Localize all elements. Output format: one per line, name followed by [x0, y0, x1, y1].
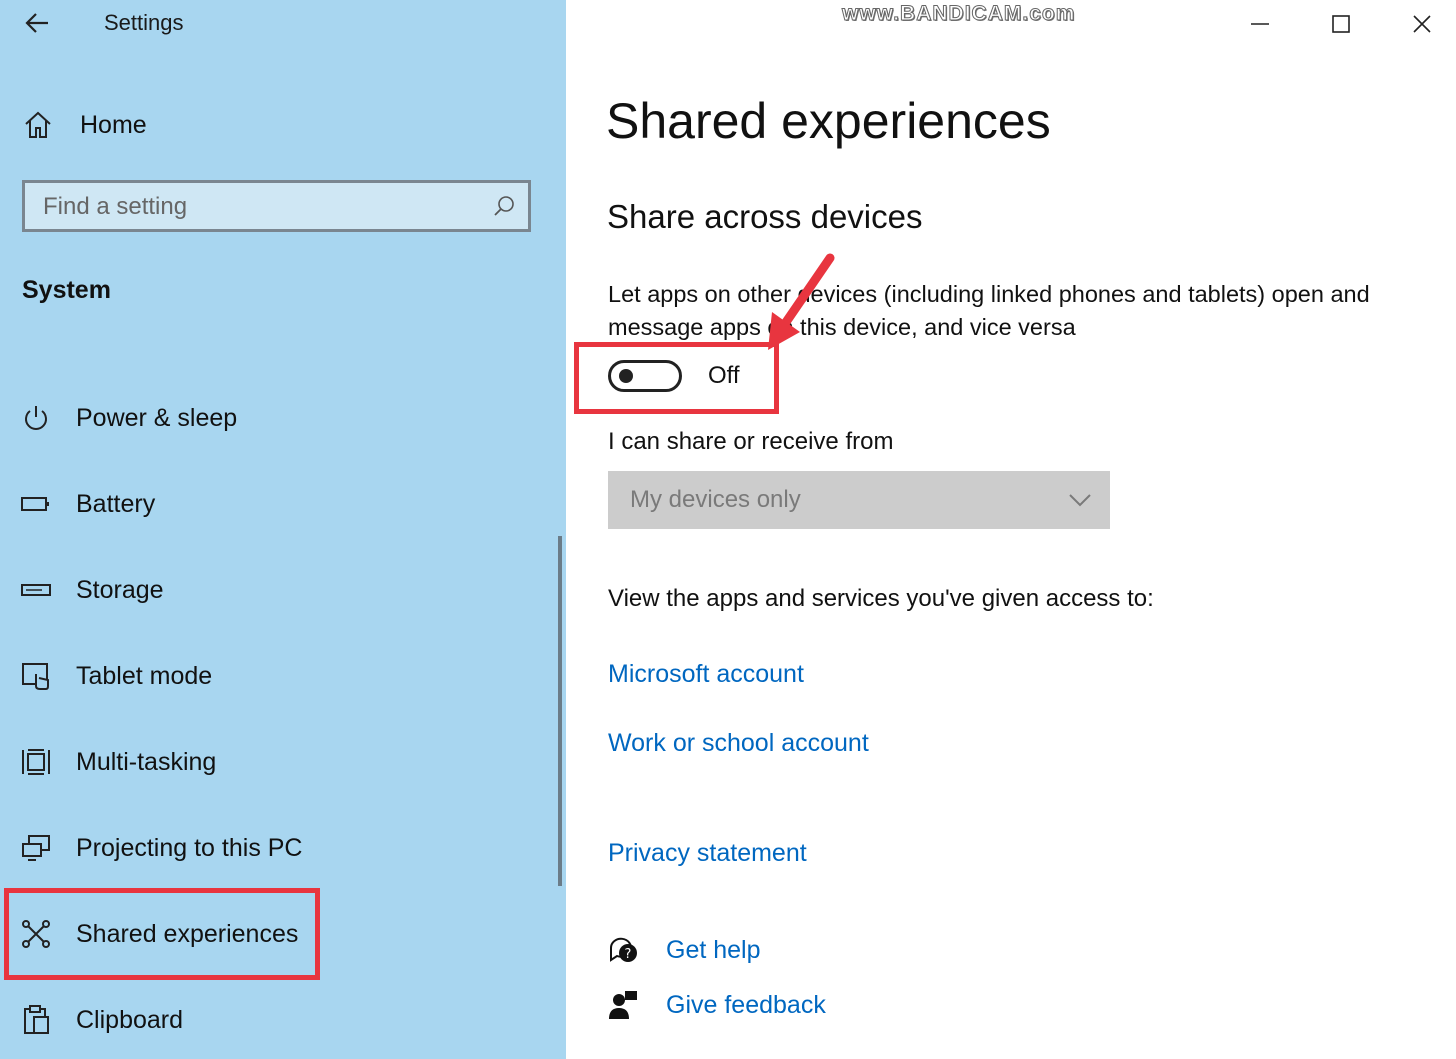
- give-feedback-icon: [606, 988, 640, 1022]
- get-help-link[interactable]: Get help: [666, 936, 761, 965]
- sidebar-item-label: Clipboard: [76, 1005, 184, 1034]
- svg-text:?: ?: [625, 947, 632, 962]
- maximize-icon: [1332, 15, 1350, 33]
- annotation-arrow-icon: [768, 253, 835, 350]
- sidebar-item-battery[interactable]: Battery: [20, 482, 540, 526]
- section-label-system: System: [22, 276, 111, 304]
- dropdown-value: My devices only: [630, 486, 801, 513]
- access-label: View the apps and services you've given …: [608, 585, 1154, 612]
- sidebar-item-label: Storage: [76, 575, 164, 604]
- watermark: www.BANDICAM.com: [841, 2, 1076, 26]
- sidebar-item-projecting[interactable]: Projecting to this PC: [20, 826, 540, 870]
- sidebar: Settings Home System Power & sleep Batte…: [0, 0, 566, 1059]
- sidebar-scrollbar[interactable]: [558, 536, 562, 886]
- give-feedback-link[interactable]: Give feedback: [666, 991, 826, 1020]
- minimize-button[interactable]: [1242, 6, 1278, 42]
- close-icon: [1413, 15, 1431, 33]
- sidebar-item-label: Power & sleep: [76, 403, 238, 432]
- search-box[interactable]: [22, 180, 531, 232]
- multitasking-icon: [20, 746, 52, 778]
- search-input[interactable]: [25, 183, 485, 231]
- battery-icon: [20, 488, 52, 520]
- sidebar-item-label: Projecting to this PC: [76, 833, 303, 862]
- power-icon: [20, 402, 52, 434]
- minimize-icon: [1251, 23, 1269, 25]
- sidebar-item-multitasking[interactable]: Multi-tasking: [20, 740, 540, 784]
- maximize-button[interactable]: [1323, 6, 1359, 42]
- highlight-box-shared-experiences: [4, 888, 320, 980]
- app-title: Settings: [104, 10, 184, 35]
- back-arrow-icon: [25, 13, 48, 33]
- get-help-row[interactable]: ? Get help: [606, 933, 761, 967]
- highlight-box-toggle: [574, 342, 779, 414]
- share-receive-label: I can share or receive from: [608, 428, 894, 455]
- sidebar-item-home[interactable]: Home: [22, 104, 422, 146]
- sidebar-item-power-sleep[interactable]: Power & sleep: [20, 396, 540, 440]
- share-description: Let apps on other devices (including lin…: [608, 281, 1370, 340]
- give-feedback-row[interactable]: Give feedback: [606, 988, 826, 1022]
- tablet-mode-icon: [20, 660, 52, 692]
- sidebar-item-label: Home: [80, 110, 147, 139]
- back-button[interactable]: [22, 8, 52, 38]
- work-school-account-link[interactable]: Work or school account: [608, 729, 869, 758]
- storage-icon: [20, 574, 52, 606]
- get-help-icon: ?: [606, 933, 640, 967]
- sidebar-item-label: Tablet mode: [76, 661, 213, 690]
- page-title: Shared experiences: [606, 93, 1051, 149]
- search-icon[interactable]: [492, 194, 516, 218]
- share-receive-dropdown[interactable]: My devices only: [608, 471, 1110, 529]
- chevron-down-icon: [1069, 494, 1091, 507]
- projecting-icon: [20, 832, 52, 864]
- privacy-statement-link[interactable]: Privacy statement: [608, 839, 807, 868]
- close-button[interactable]: [1404, 6, 1440, 42]
- clipboard-icon: [20, 1004, 52, 1036]
- section-heading: Share across devices: [607, 198, 923, 235]
- sidebar-item-tablet-mode[interactable]: Tablet mode: [20, 654, 540, 698]
- sidebar-item-label: Battery: [76, 489, 156, 518]
- microsoft-account-link[interactable]: Microsoft account: [608, 660, 804, 689]
- sidebar-item-storage[interactable]: Storage: [20, 568, 540, 612]
- home-icon: [25, 111, 51, 138]
- sidebar-item-clipboard[interactable]: Clipboard: [20, 998, 540, 1042]
- sidebar-item-label: Multi-tasking: [76, 747, 217, 776]
